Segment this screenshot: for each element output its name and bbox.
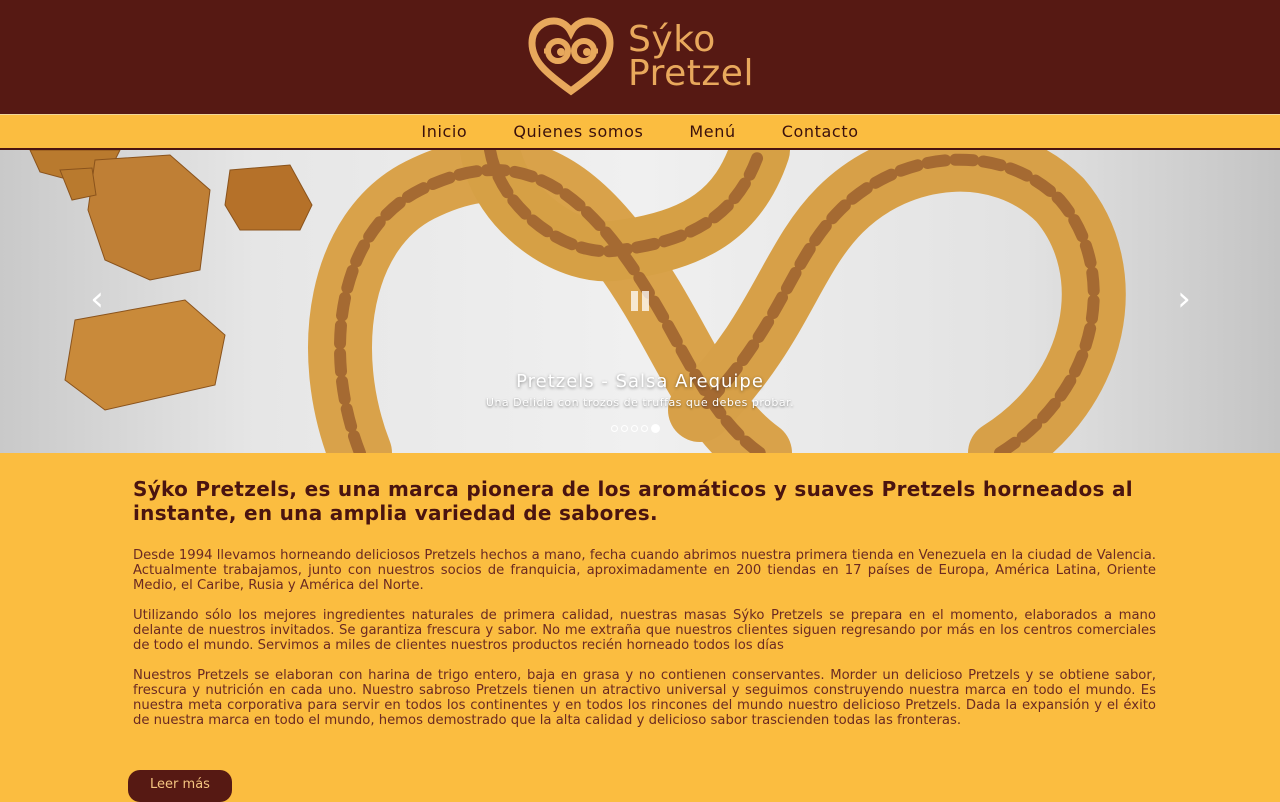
slider-dot-4[interactable] (641, 425, 648, 432)
paragraph-3: Nuestros Pretzels se elaboran con harina… (133, 668, 1156, 728)
slider-next-button[interactable]: › (1169, 282, 1199, 316)
read-more-button[interactable]: Leer más (128, 770, 232, 802)
paragraph-1: Desde 1994 llevamos horneando deliciosos… (133, 548, 1156, 593)
site-header: Sýko Pretzel (0, 0, 1280, 114)
slider-prev-button[interactable]: ‹ (82, 282, 112, 316)
about-section: Sýko Pretzels, es una marca pionera de l… (0, 453, 1280, 728)
slide-title: Pretzels - Salsa Arequipe (516, 371, 764, 392)
nav-item-quienes-somos[interactable]: Quienes somos (513, 122, 643, 141)
slider-dot-5[interactable] (651, 424, 660, 433)
brand-name: Sýko Pretzel (628, 19, 754, 94)
heart-face-logo-icon (528, 17, 614, 96)
nav-item-contacto[interactable]: Contacto (782, 122, 859, 141)
chevron-left-icon: ‹ (90, 279, 104, 319)
slider-dot-1[interactable] (611, 425, 618, 432)
brand-logo[interactable]: Sýko Pretzel (526, 17, 754, 97)
slider-dot-3[interactable] (631, 425, 638, 432)
brand-name-line2: Pretzel (628, 53, 754, 94)
nav-item-menu[interactable]: Menú (689, 122, 735, 141)
section-heading: Sýko Pretzels, es una marca pionera de l… (133, 477, 1133, 525)
chevron-right-icon: › (1177, 279, 1191, 319)
slider-dots (611, 424, 660, 433)
brand-name-line1: Sýko (628, 19, 716, 60)
hero-slider: ‹ › Pretzels - Salsa Arequipe Una Delici… (0, 150, 1280, 453)
nav-item-inicio[interactable]: Inicio (421, 122, 467, 141)
pause-icon[interactable] (631, 291, 653, 311)
main-nav: Inicio Quienes somos Menú Contacto (0, 114, 1280, 150)
slide-subtitle: Una Delicia con trozos de truffas que de… (485, 396, 795, 409)
paragraph-2: Utilizando sólo los mejores ingredientes… (133, 608, 1156, 653)
slider-dot-2[interactable] (621, 425, 628, 432)
